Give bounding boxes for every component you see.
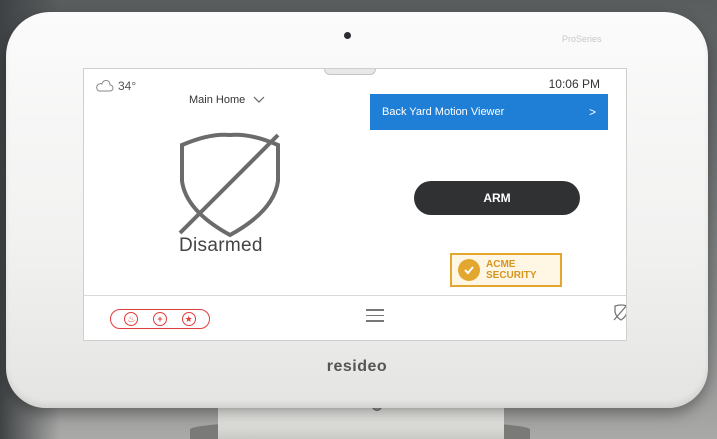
screen: 34° Main Home 10:06 PM Back Yard Motion … — [83, 68, 627, 341]
camera-lens-icon — [344, 32, 351, 39]
location-selector[interactable]: Main Home — [189, 94, 265, 106]
dealer-name: ACME SECURITY — [486, 259, 537, 281]
series-label: ProSeries — [562, 34, 602, 44]
temperature-label: 34° — [118, 79, 137, 93]
disarmed-shield-icon[interactable] — [170, 131, 290, 241]
dealer-name-line2: SECURITY — [486, 270, 537, 281]
weather-widget[interactable]: 34° — [94, 79, 136, 93]
camera-viewer-label: Back Yard Motion Viewer — [382, 106, 505, 118]
arm-button[interactable]: ARM — [414, 181, 580, 215]
brand-label: resideo — [326, 358, 388, 375]
medical-icon: + — [152, 312, 167, 326]
fire-icon: ♨ — [124, 312, 139, 326]
emergency-button[interactable]: ♨ + ★ — [110, 309, 210, 329]
cloud-icon — [96, 80, 114, 92]
clock: 10:06 PM — [548, 77, 600, 91]
footer-divider — [84, 295, 626, 296]
police-icon: ★ — [181, 312, 196, 326]
camera-viewer-button[interactable]: Back Yard Motion Viewer > — [370, 94, 608, 130]
dealer-logo: ACME SECURITY — [450, 253, 562, 287]
system-status: Disarmed — [179, 235, 263, 256]
pull-down-handle[interactable] — [324, 69, 376, 75]
chevron-right-icon: > — [588, 105, 596, 119]
checkmark-shield-icon — [458, 259, 480, 281]
location-label: Main Home — [189, 94, 246, 106]
menu-icon[interactable] — [366, 309, 384, 323]
chevron-down-icon — [253, 96, 265, 103]
dealer-name-line1: ACME — [486, 259, 516, 270]
disarmed-status-icon[interactable] — [612, 303, 627, 321]
